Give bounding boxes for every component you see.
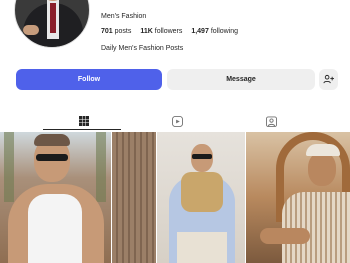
posts-label: posts: [114, 28, 132, 35]
reels-icon: [171, 115, 183, 127]
profile-avatar[interactable]: [14, 0, 90, 48]
message-button[interactable]: Message: [167, 69, 315, 90]
profile-stats: 701 posts 11K followers 1,497 following: [101, 28, 245, 35]
grid-icon: [79, 116, 89, 126]
sunglasses: [36, 154, 68, 161]
tab-reels[interactable]: [167, 111, 187, 131]
man-arm: [260, 228, 310, 244]
profile-tabs: [0, 111, 350, 131]
followers-stat[interactable]: 11K followers: [140, 28, 182, 35]
profile-name: Men's Fashion: [101, 13, 147, 20]
avatar-tie: [50, 3, 56, 33]
follow-button[interactable]: Follow: [16, 69, 162, 90]
followers-count: 11K: [140, 28, 153, 35]
tab-posts[interactable]: [74, 111, 94, 131]
post-thumbnail[interactable]: [246, 132, 350, 263]
post-thumbnail[interactable]: [0, 132, 111, 263]
man-head: [308, 152, 336, 186]
post-thumbnail[interactable]: [157, 132, 245, 263]
add-user-icon: [323, 74, 334, 84]
posts-count: 701: [101, 28, 113, 35]
posts-stat: 701 posts: [101, 28, 131, 35]
followers-label: followers: [154, 28, 183, 35]
avatar-face: [43, 0, 63, 1]
posts-grid: [0, 132, 350, 263]
following-label: following: [210, 28, 239, 35]
draped-sweater: [181, 172, 223, 212]
beige-pants: [177, 232, 227, 263]
post-thumbnail[interactable]: [112, 132, 156, 263]
active-tab-indicator: [43, 129, 121, 130]
following-stat[interactable]: 1,497 following: [191, 28, 238, 35]
man-hair: [34, 134, 70, 146]
suggested-users-button[interactable]: [319, 69, 338, 90]
tab-tagged[interactable]: [261, 111, 281, 131]
sunglasses: [192, 154, 212, 159]
white-tank-top: [28, 194, 82, 263]
palm-tree: [4, 132, 14, 202]
profile-bio: Daily Men's Fashion Posts: [101, 45, 184, 52]
tagged-icon: [265, 115, 277, 127]
palm-tree: [96, 132, 106, 202]
avatar-hand: [23, 25, 39, 35]
cap: [306, 144, 340, 156]
following-count: 1,497: [191, 28, 209, 35]
